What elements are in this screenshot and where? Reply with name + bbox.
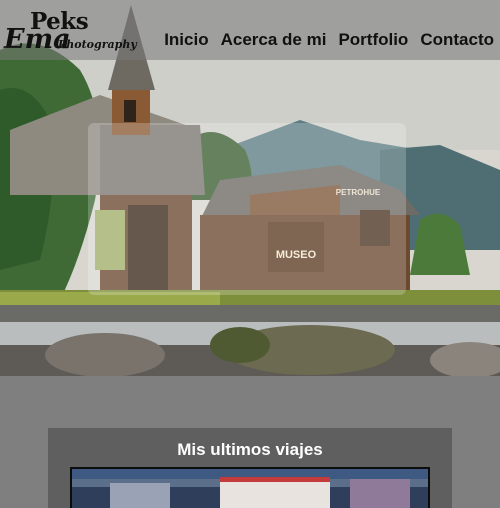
- nav-link-inicio[interactable]: Inicio: [164, 30, 208, 50]
- stone-border: [0, 305, 500, 323]
- latest-trips-card: Mis ultimos viajes: [48, 428, 452, 508]
- section-title: Mis ultimos viajes: [177, 440, 323, 459]
- hero-glass-panel: [88, 123, 406, 295]
- photo-boats-left: [110, 483, 170, 508]
- photo-ferry-stripe: [220, 477, 330, 482]
- nav-link-portfolio[interactable]: Portfolio: [338, 30, 408, 50]
- rock-1: [45, 333, 165, 376]
- nav-link-acerca-de-mi[interactable]: Acerca de mi: [221, 30, 327, 50]
- logo-line-photography: Photography: [58, 38, 137, 51]
- site-logo[interactable]: Peks Ema Photography: [4, 6, 137, 58]
- trip-photo-illustration: [72, 469, 428, 508]
- nav-link-contacto[interactable]: Contacto: [420, 30, 494, 50]
- trip-photo[interactable]: [70, 467, 430, 508]
- top-navigation-bar: Peks Ema Photography Inicio Acerca de mi…: [0, 0, 500, 60]
- latest-trips-section: Mis ultimos viajes: [0, 376, 500, 508]
- photo-boats-right: [350, 479, 410, 508]
- shrub: [210, 327, 270, 363]
- tower-window: [124, 100, 136, 122]
- main-nav: Inicio Acerca de mi Portfolio Contacto: [164, 30, 494, 50]
